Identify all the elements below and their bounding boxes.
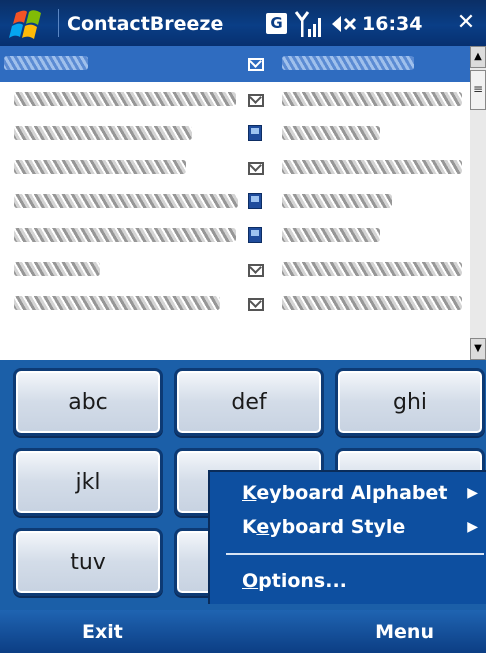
contact-name: [14, 262, 100, 276]
popup-menu: Keyboard Alphabet ▶ Keyboard Style ▶ Opt…: [208, 470, 486, 604]
title-bar: ContactBreeze G 16:34 ✕: [0, 0, 486, 46]
menu-item-label: ptions...: [258, 570, 347, 592]
email-icon: [248, 58, 264, 71]
contact-name: [14, 228, 236, 242]
contact-value: [282, 160, 462, 174]
scroll-up-arrow-icon[interactable]: ▲: [470, 46, 486, 68]
list-scrollbar[interactable]: ▲ ≡ ▼: [470, 46, 486, 360]
app-title: ContactBreeze: [67, 13, 224, 35]
signal-icon[interactable]: [294, 9, 324, 39]
menu-item-mnemonic: K: [242, 482, 257, 504]
volume-muted-icon[interactable]: [330, 11, 360, 37]
scroll-down-arrow-icon[interactable]: ▼: [470, 338, 486, 360]
key-def[interactable]: def: [174, 368, 324, 436]
submenu-arrow-icon: ▶: [467, 519, 478, 535]
scroll-thumb[interactable]: ≡: [470, 70, 486, 110]
email-icon: [248, 298, 264, 311]
contact-value: [282, 228, 380, 242]
contact-value: [282, 126, 380, 140]
submenu-arrow-icon: ▶: [467, 485, 478, 501]
contact-list[interactable]: [0, 46, 470, 360]
menu-item-keyboard-style[interactable]: Keyboard Style: [242, 511, 405, 543]
key-tuv[interactable]: tuv: [13, 528, 163, 596]
title-separator: [58, 9, 59, 37]
email-icon: [248, 162, 264, 175]
softkey-bar: Exit Menu: [0, 610, 486, 653]
list-item[interactable]: [0, 116, 470, 150]
contact-name: [14, 126, 192, 140]
menu-item-keyboard-alphabet[interactable]: Keyboard Alphabet: [242, 477, 447, 509]
contact-value: [282, 262, 462, 276]
contact-name: [14, 160, 186, 174]
list-item[interactable]: [0, 184, 470, 218]
phone-icon: [248, 227, 262, 243]
menu-softkey[interactable]: Menu: [375, 618, 434, 646]
menu-item-label: yboard Style: [269, 516, 406, 538]
menu-item-mnemonic: e: [256, 516, 270, 538]
close-icon[interactable]: ✕: [452, 9, 480, 37]
list-item[interactable]: [0, 286, 470, 320]
list-item[interactable]: [0, 150, 470, 184]
list-item[interactable]: [0, 218, 470, 252]
contact-value: [282, 296, 462, 310]
key-abc[interactable]: abc: [13, 368, 163, 436]
contact-name: [14, 296, 220, 310]
list-item[interactable]: [0, 82, 470, 116]
menu-item-label: eyboard Alphabet: [256, 482, 448, 504]
contact-name: [14, 194, 238, 208]
phone-icon: [248, 125, 262, 141]
windows-start-icon[interactable]: [8, 7, 48, 41]
contact-name: [4, 56, 88, 70]
email-icon: [248, 94, 264, 107]
contact-name: [14, 92, 236, 106]
gprs-badge[interactable]: G: [266, 13, 287, 34]
menu-item-options[interactable]: Options...: [242, 565, 347, 597]
email-icon: [248, 264, 264, 277]
menu-item-mnemonic: O: [242, 570, 259, 592]
exit-softkey[interactable]: Exit: [82, 618, 123, 646]
contact-value: [282, 92, 462, 106]
contact-value: [282, 56, 414, 70]
key-jkl[interactable]: jkl: [13, 448, 163, 516]
list-item[interactable]: [0, 252, 470, 286]
key-ghi[interactable]: ghi: [335, 368, 485, 436]
menu-separator: [226, 553, 484, 555]
list-item[interactable]: [0, 46, 470, 82]
clock[interactable]: 16:34: [362, 10, 442, 38]
contact-value: [282, 194, 392, 208]
menu-item-label-prefix: K: [242, 516, 257, 538]
phone-icon: [248, 193, 262, 209]
